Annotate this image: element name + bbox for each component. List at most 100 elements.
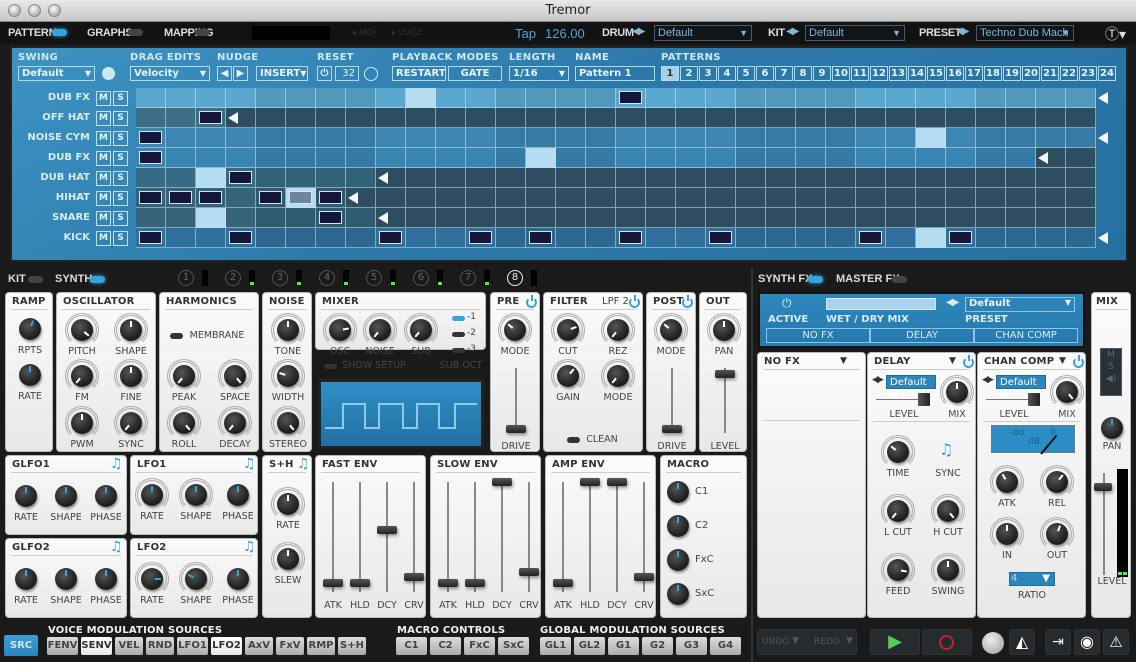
step-cell[interactable] (136, 188, 166, 208)
step-cell[interactable] (736, 108, 766, 128)
step-note[interactable] (169, 191, 192, 204)
step-cell[interactable] (1066, 228, 1096, 248)
comp-rel-knob[interactable] (1046, 471, 1068, 493)
amp-env-atk-fader[interactable] (553, 578, 573, 587)
step-cell[interactable] (526, 188, 556, 208)
sub-oct-1-toggle[interactable] (452, 316, 465, 321)
step-cell[interactable] (676, 168, 706, 188)
pattern-button-10[interactable]: 10 (832, 66, 850, 81)
step-cell[interactable] (916, 108, 946, 128)
step-note[interactable] (139, 231, 162, 244)
mute-button[interactable]: M (96, 171, 111, 186)
preset-select[interactable]: Techno Dub Mach ▼ (976, 25, 1074, 41)
delay-power-icon[interactable] (963, 355, 974, 368)
step-cell[interactable] (676, 208, 706, 228)
global-g4[interactable]: G4 (710, 637, 741, 655)
step-cell[interactable] (136, 148, 166, 168)
step-cell[interactable] (436, 188, 466, 208)
step-cell[interactable] (406, 148, 436, 168)
step-cell[interactable] (616, 208, 646, 228)
step-cell[interactable] (796, 188, 826, 208)
step-cell[interactable] (466, 208, 496, 228)
step-cell[interactable] (436, 228, 466, 248)
step-cell[interactable] (136, 208, 166, 228)
glfo2-phase-knob[interactable] (95, 568, 117, 590)
step-cell[interactable] (976, 188, 1006, 208)
step-cell[interactable] (376, 148, 406, 168)
step-cell[interactable] (1006, 228, 1036, 248)
mix-level-fader[interactable] (1094, 483, 1112, 491)
step-cell[interactable] (706, 168, 736, 188)
step-note[interactable] (709, 231, 732, 244)
step-cell[interactable] (766, 88, 796, 108)
track-label[interactable]: SNARE (12, 212, 90, 223)
track-label[interactable]: DUB HAT (12, 172, 90, 183)
step-cell[interactable] (586, 228, 616, 248)
step-cell[interactable] (586, 128, 616, 148)
step-cell[interactable] (976, 228, 1006, 248)
step-cell[interactable] (376, 88, 406, 108)
step-cell[interactable] (646, 88, 676, 108)
step-cell[interactable] (166, 128, 196, 148)
slot-delay[interactable]: DELAY (870, 328, 974, 343)
mute-button[interactable]: M (96, 191, 111, 206)
step-cell[interactable] (856, 108, 886, 128)
step-cell[interactable] (556, 168, 586, 188)
step-note[interactable] (859, 231, 882, 244)
step-cell[interactable] (346, 168, 376, 188)
comp-level-slider[interactable] (1028, 393, 1040, 406)
step-cell[interactable] (556, 148, 586, 168)
delay-feed-knob[interactable] (887, 559, 909, 581)
step-cell[interactable] (556, 228, 586, 248)
step-cell[interactable] (676, 128, 706, 148)
lfo1-phase-knob[interactable] (227, 484, 249, 506)
master-fx-toggle[interactable] (892, 276, 907, 283)
synth-toggle[interactable] (90, 276, 105, 283)
prev-next-icon[interactable]: ◀▶ (982, 375, 994, 385)
step-cell[interactable] (676, 108, 706, 128)
sync-note-icon[interactable]: ♫ (243, 539, 256, 555)
step-cell[interactable] (646, 168, 676, 188)
step-cell[interactable] (796, 88, 826, 108)
step-cell[interactable] (406, 228, 436, 248)
voice-mod-fxv[interactable]: FxV (276, 637, 304, 655)
kit-select[interactable]: Default ▼ (805, 25, 905, 41)
step-cell[interactable] (706, 128, 736, 148)
delay-mix-knob[interactable] (946, 381, 968, 403)
step-cell[interactable] (616, 128, 646, 148)
step-note[interactable] (319, 191, 342, 204)
glfo1-shape-knob[interactable] (55, 485, 77, 507)
slot-chan-comp[interactable]: CHAN COMP (974, 328, 1078, 343)
pattern-button-3[interactable]: 3 (699, 66, 717, 81)
kit-prev-next-icon[interactable]: ◀▶ (786, 26, 799, 37)
step-cell[interactable] (466, 108, 496, 128)
voice-button-5[interactable]: 5 (366, 270, 382, 286)
step-cell[interactable] (496, 108, 526, 128)
global-g2[interactable]: G2 (642, 637, 673, 655)
track-label[interactable]: HIHAT (12, 192, 90, 203)
step-cell[interactable] (496, 148, 526, 168)
step-cell[interactable] (736, 188, 766, 208)
pre-drive-fader[interactable] (506, 425, 526, 433)
step-cell[interactable] (826, 228, 856, 248)
macro-sxc-knob[interactable] (667, 583, 689, 605)
sub-oct-3-toggle[interactable] (452, 348, 465, 353)
step-cell[interactable] (586, 168, 616, 188)
step-cell[interactable] (526, 148, 556, 168)
step-cell[interactable] (766, 188, 796, 208)
loop-end-marker[interactable] (378, 212, 388, 224)
step-cell[interactable] (886, 148, 916, 168)
step-cell[interactable] (196, 228, 226, 248)
step-cell[interactable] (256, 148, 286, 168)
pattern-button-23[interactable]: 23 (1079, 66, 1097, 81)
loop-end-marker[interactable] (1098, 232, 1108, 244)
post-mode-knob[interactable] (660, 319, 682, 341)
step-note[interactable] (379, 231, 402, 244)
step-cell[interactable] (346, 108, 376, 128)
voice-mod-fenv[interactable]: FENV (47, 637, 78, 655)
step-cell[interactable] (406, 108, 436, 128)
fm-knob[interactable] (71, 365, 93, 387)
width-knob[interactable] (277, 365, 299, 387)
pattern-button-1[interactable]: 1 (661, 66, 679, 81)
voice-button-6[interactable]: 6 (413, 270, 429, 286)
